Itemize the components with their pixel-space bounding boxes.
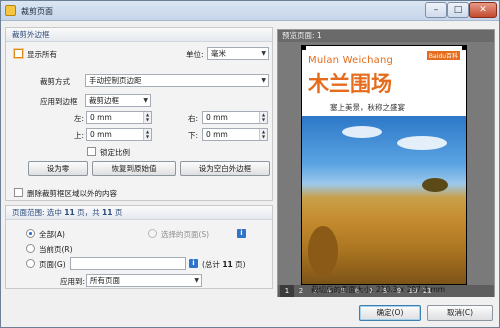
units-select[interactable]: 毫米 ▼ (207, 47, 269, 60)
units-label: 单位: (186, 50, 204, 59)
cloud-shape (397, 136, 447, 150)
right-margin-label: 右: (188, 114, 199, 123)
crop-mode-value: 手动控制页边距 (89, 76, 142, 85)
page-range-input[interactable] (70, 257, 186, 270)
page-thumb-2[interactable]: 2 (294, 285, 308, 297)
landscape-photo (302, 116, 466, 284)
right-margin-value: 0 mm (206, 113, 228, 122)
preview-panel: 预览页面: 1 Baidu百科 Mulan Weichang 木兰围场 塞上美景… (277, 29, 495, 297)
units-value: 毫米 (211, 49, 226, 58)
window-title: 裁剪页面 (21, 7, 53, 16)
spin-arrows-icon[interactable]: ▲ ▼ (259, 129, 267, 140)
spin-arrows-icon[interactable]: ▲ ▼ (143, 129, 151, 140)
apply-to-label: 应用到: (60, 277, 86, 286)
page-count-label: (总计 11 页) (202, 259, 246, 270)
restore-original-button[interactable]: 恢复到原始值 (92, 161, 176, 176)
all-pages-label: 全部(A) (39, 230, 65, 239)
close-button[interactable]: ✕ (469, 2, 497, 18)
crop-dialog-icon (5, 5, 16, 16)
page-range-label: 页面(G) (39, 260, 66, 269)
top-margin-input[interactable]: 0 mm ▲ ▼ (86, 128, 152, 141)
set-to-blank-margins-button[interactable]: 设为空白外边框 (180, 161, 270, 176)
delete-outside-checkbox[interactable] (14, 188, 23, 197)
left-margin-label: 左: (74, 114, 85, 123)
spin-arrows-icon[interactable]: ▲ ▼ (259, 112, 267, 123)
crop-handle[interactable] (462, 46, 466, 50)
minimize-button[interactable]: – (425, 2, 447, 18)
maximize-button[interactable]: □ (447, 2, 469, 18)
set-zero-button[interactable]: 设为零 (28, 161, 88, 176)
cloud-shape (342, 126, 382, 138)
bottom-margin-label: 下: (188, 131, 199, 140)
apply-to-box-select[interactable]: 裁剪边框 ▼ (85, 94, 151, 107)
left-margin-input[interactable]: 0 mm ▲ ▼ (86, 111, 152, 124)
show-all-label: 显示所有 (27, 50, 57, 59)
crop-handle[interactable] (302, 46, 306, 50)
baidu-logo: Baidu百科 (426, 51, 460, 60)
show-all-checkbox[interactable] (14, 49, 23, 58)
page-range-panel: 页面范围: 选中 11 页，共 11 页 全部(A) 选择的页面(S) i 当前… (5, 205, 273, 289)
left-margin-value: 0 mm (90, 113, 112, 122)
crop-margins-panel: 裁剪外边框 显示所有 单位: 毫米 ▼ 裁剪方式 手动控制页边距 ▼ 应用到边框… (5, 27, 273, 201)
apply-to-box-value: 裁剪边框 (89, 96, 119, 105)
lock-ratio-label: 锁定比例 (100, 148, 130, 157)
all-pages-radio[interactable] (26, 229, 35, 238)
apply-to-value: 所有页面 (90, 276, 120, 285)
page-title-zh: 木兰围场 (308, 71, 392, 96)
bottom-margin-value: 0 mm (206, 130, 228, 139)
page-count-prefix: (总计 (202, 260, 223, 269)
selected-pages-label: 选择的页面(S) (161, 230, 210, 239)
bottom-margin-input[interactable]: 0 mm ▲ ▼ (202, 128, 268, 141)
page-range-selected: 11 (64, 208, 75, 217)
chevron-down-icon: ▼ (261, 77, 266, 84)
apply-to-box-label: 应用到边框 (40, 97, 78, 106)
page-thumb-1[interactable]: 1 (280, 285, 294, 297)
info-icon[interactable]: i (189, 259, 198, 268)
crop-mode-select[interactable]: 手动控制页边距 ▼ (85, 74, 269, 87)
page-range-prefix: 页面范围: 选中 (12, 208, 65, 217)
crop-mode-label: 裁剪方式 (40, 77, 70, 86)
preview-header: 预览页面: 1 (278, 30, 494, 42)
page-range-suffix: 页 (112, 208, 123, 217)
cropped-page-size: 裁切后的页面大小: 210.3 x 297.4 mm (311, 285, 446, 294)
page-thumbnail[interactable]: Baidu百科 Mulan Weichang 木兰围场 塞上美景，秋称之盛宴 (301, 45, 467, 285)
current-page-radio[interactable] (26, 244, 35, 253)
delete-outside-label: 删除裁剪框区域以外的内容 (27, 189, 117, 198)
chevron-down-icon: ▼ (194, 277, 199, 284)
right-margin-input[interactable]: 0 mm ▲ ▼ (202, 111, 268, 124)
page-title-en: Mulan Weichang (308, 55, 394, 66)
page-count-value: 11 (222, 260, 233, 269)
current-page-label: 当前页(R) (39, 245, 73, 254)
ok-button[interactable]: 确定(O) (359, 305, 421, 321)
top-margin-value: 0 mm (90, 130, 112, 139)
apply-to-select[interactable]: 所有页面 ▼ (86, 274, 202, 287)
crop-margins-header: 裁剪外边框 (6, 28, 272, 42)
page-range-total: 11 (102, 208, 113, 217)
page-range-mid: 页，共 (74, 208, 103, 217)
lock-ratio-checkbox[interactable] (87, 147, 96, 156)
chevron-down-icon: ▼ (143, 97, 148, 104)
title-bar: 裁剪页面 – □ ✕ (1, 1, 499, 21)
top-margin-label: 上: (74, 131, 85, 140)
page-count-suffix: 页) (232, 260, 246, 269)
tree-shape (422, 178, 448, 192)
page-range-header: 页面范围: 选中 11 页，共 11 页 (6, 206, 272, 220)
tree-shape (308, 226, 338, 276)
spin-arrows-icon[interactable]: ▲ ▼ (143, 112, 151, 123)
page-subtitle: 塞上美景，秋称之盛宴 (330, 103, 405, 112)
cancel-button[interactable]: 取消(C) (427, 305, 493, 321)
info-icon[interactable]: i (237, 229, 246, 238)
chevron-down-icon: ▼ (261, 50, 266, 57)
page-range-radio[interactable] (26, 259, 35, 268)
selected-pages-radio[interactable] (148, 229, 157, 238)
crop-pages-dialog: 裁剪页面 – □ ✕ 裁剪外边框 显示所有 单位: 毫米 ▼ 裁剪方式 手动控制… (0, 0, 500, 328)
